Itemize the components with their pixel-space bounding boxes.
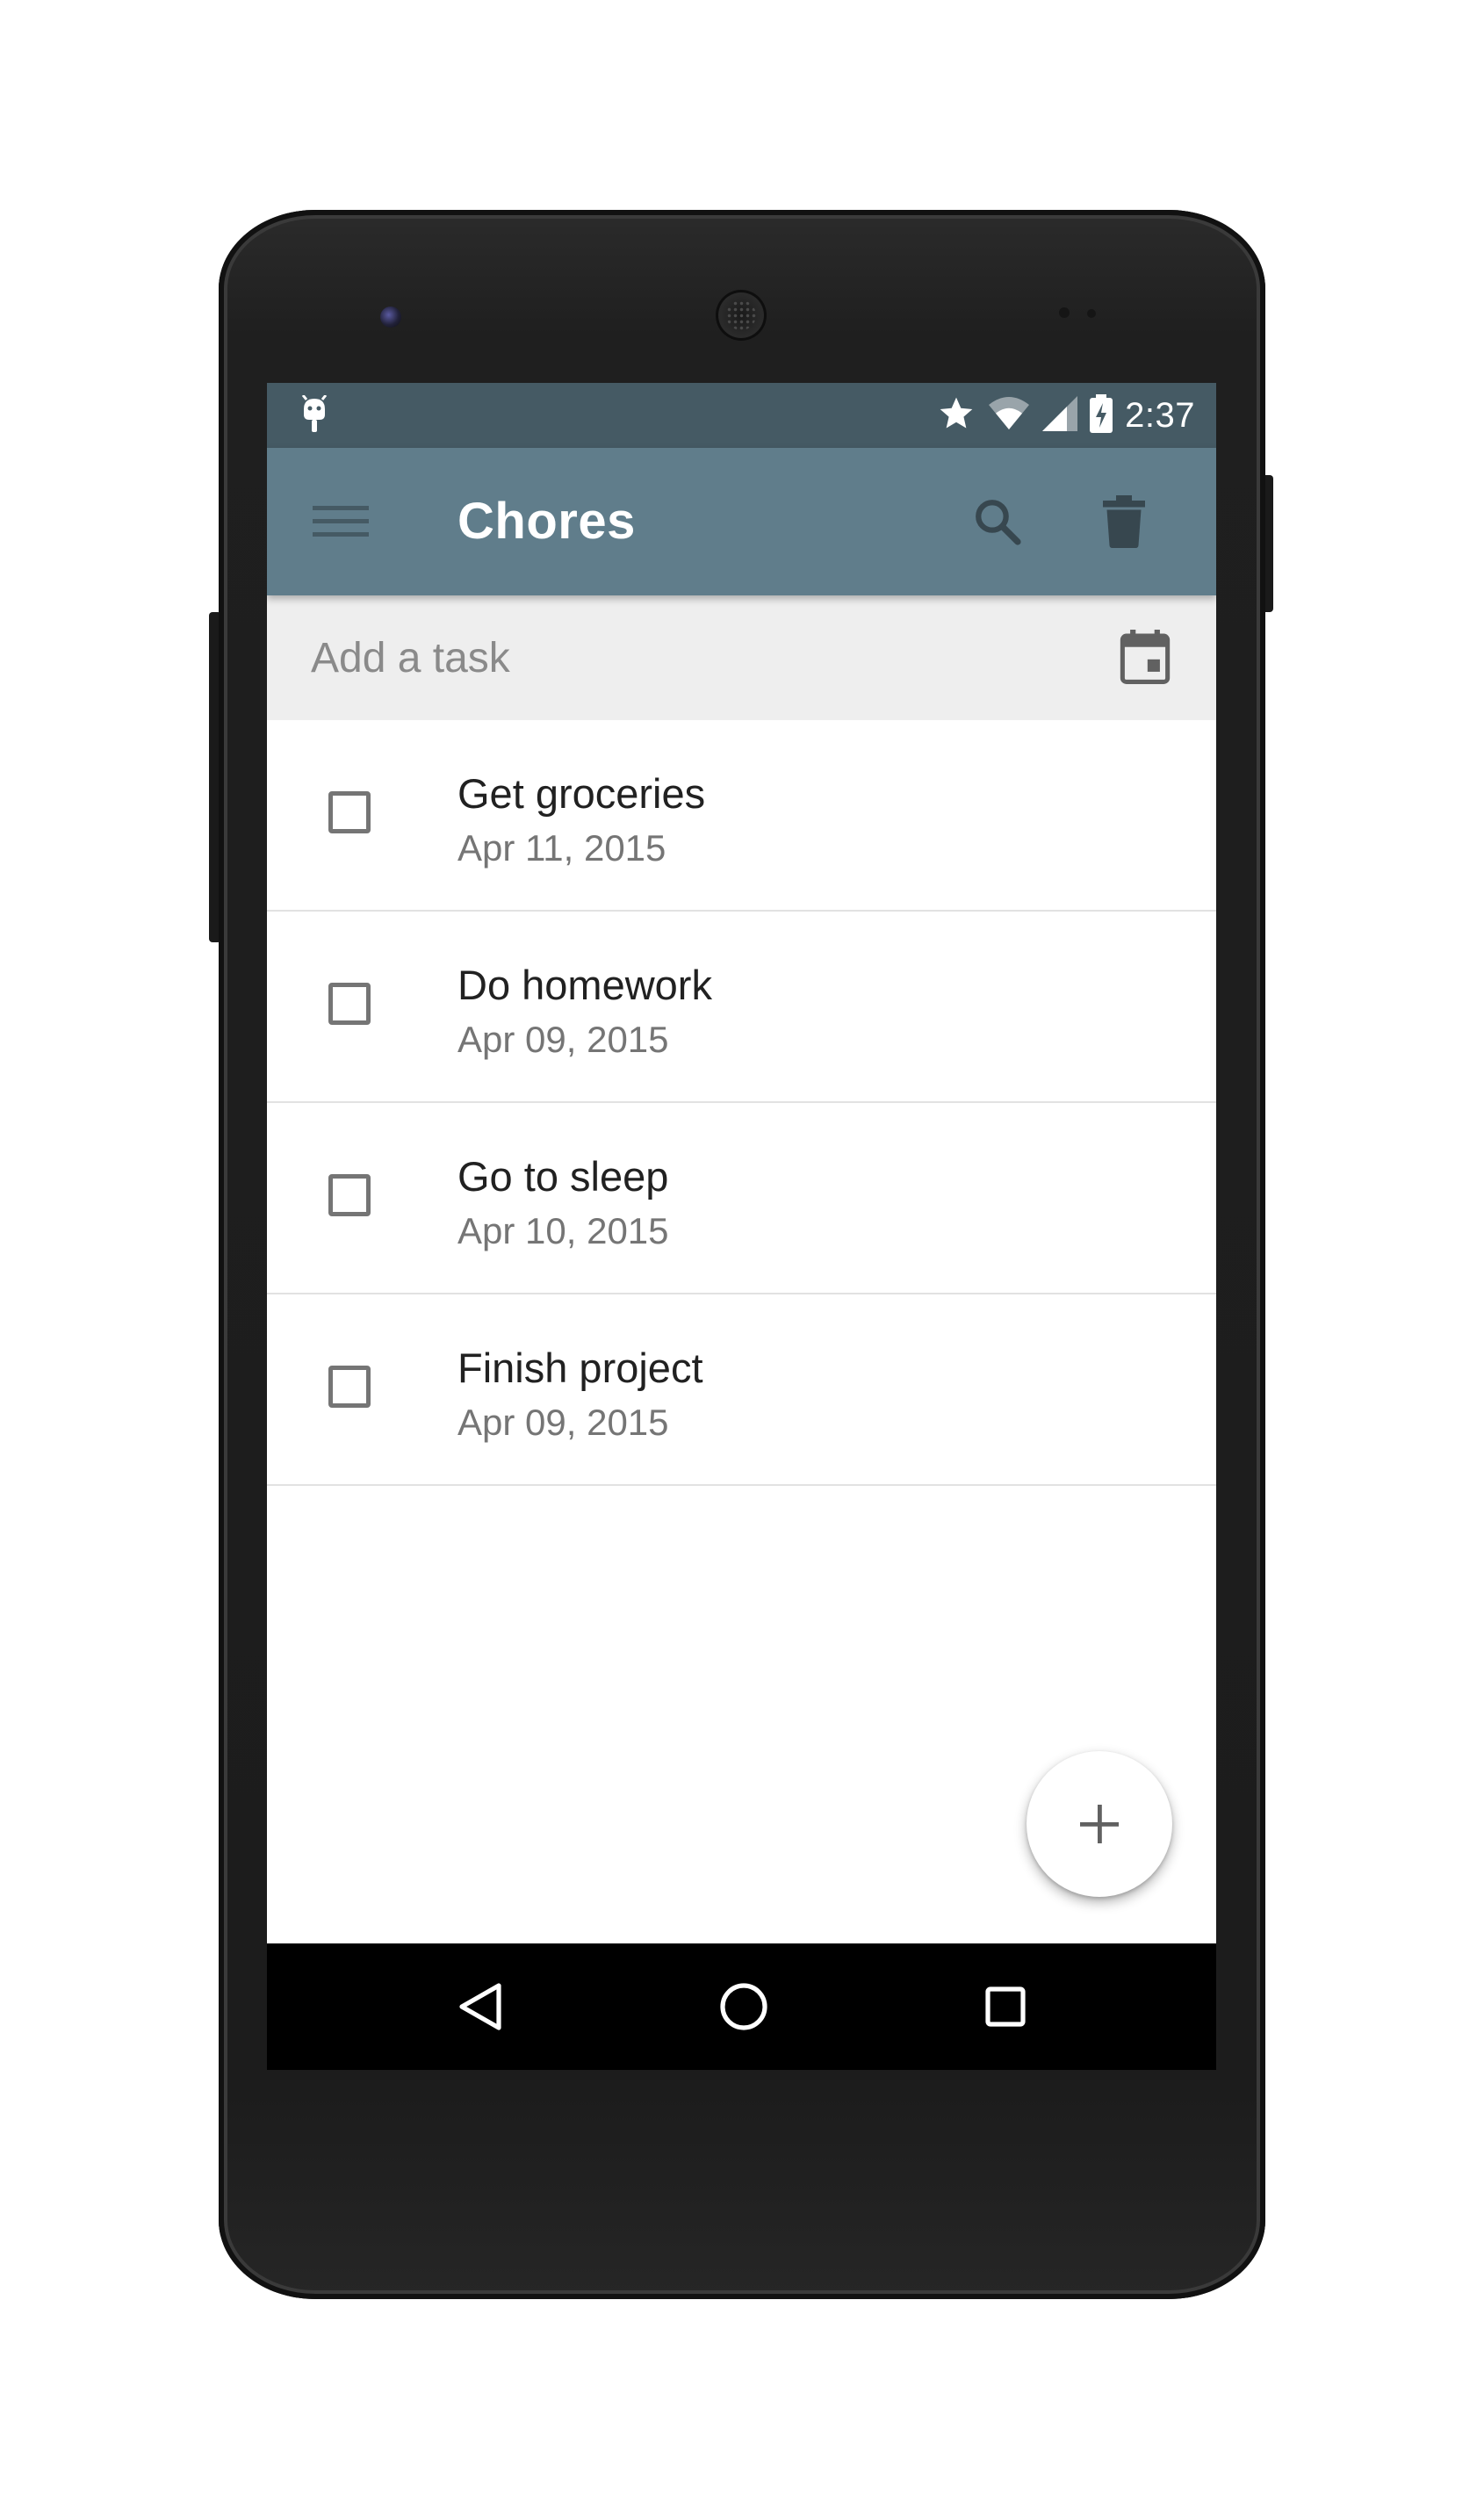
list-item[interactable]: Do homework Apr 09, 2015 [267, 912, 1216, 1103]
cell-signal-icon [1042, 395, 1078, 436]
task-checkbox[interactable] [328, 1366, 371, 1408]
android-debug-icon [299, 394, 330, 436]
battery-charging-icon [1090, 393, 1113, 437]
front-camera [380, 306, 401, 328]
task-checkbox[interactable] [328, 791, 371, 833]
task-title: Get groceries [457, 770, 706, 817]
status-bar: 2:37 [267, 383, 1216, 448]
back-icon[interactable] [437, 1963, 525, 2051]
list-item[interactable]: Finish project Apr 09, 2015 [267, 1294, 1216, 1486]
hamburger-menu-icon[interactable] [306, 487, 376, 557]
wifi-icon [988, 396, 1030, 436]
page-title: Chores [457, 493, 636, 550]
system-nav-bar [267, 1943, 1216, 2070]
task-title: Go to sleep [457, 1153, 669, 1200]
recents-icon[interactable] [962, 1963, 1049, 2051]
search-icon[interactable] [962, 487, 1033, 557]
task-date: Apr 11, 2015 [457, 827, 666, 869]
task-list: Get groceries Apr 11, 2015 Do homework A… [267, 720, 1216, 1486]
trash-icon[interactable] [1089, 487, 1159, 557]
task-title: Do homework [457, 962, 712, 1008]
app-screen: 2:37 Chores Add a task Get groceries Apr… [267, 383, 1216, 2070]
add-task-fab[interactable] [1027, 1751, 1172, 1897]
light-sensor [1087, 309, 1096, 318]
earpiece-speaker [716, 290, 767, 341]
task-checkbox[interactable] [328, 983, 371, 1025]
status-time: 2:37 [1125, 395, 1195, 435]
list-item[interactable]: Get groceries Apr 11, 2015 [267, 720, 1216, 912]
task-date: Apr 09, 2015 [457, 1402, 669, 1443]
app-toolbar: Chores [267, 448, 1216, 595]
list-item[interactable]: Go to sleep Apr 10, 2015 [267, 1103, 1216, 1294]
add-task-input[interactable] [309, 622, 1085, 694]
calendar-icon[interactable] [1110, 622, 1180, 692]
home-icon[interactable] [700, 1963, 788, 2051]
task-checkbox[interactable] [328, 1174, 371, 1216]
plus-icon [1080, 1805, 1119, 1843]
add-task-bar [267, 595, 1216, 722]
star-icon [937, 394, 976, 437]
task-date: Apr 09, 2015 [457, 1019, 669, 1060]
task-date: Apr 10, 2015 [457, 1210, 669, 1251]
task-title: Finish project [457, 1345, 703, 1391]
proximity-sensor [1059, 307, 1070, 318]
